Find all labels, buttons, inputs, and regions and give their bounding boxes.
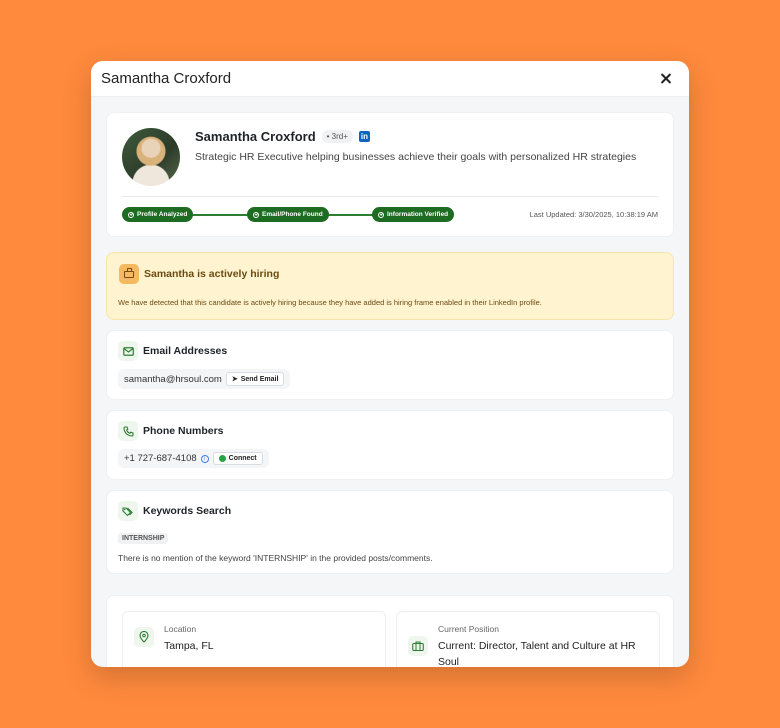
phone-number[interactable]: +1 727-687-4108 bbox=[124, 453, 197, 464]
position-box: Current Position Current: Director, Tale… bbox=[396, 611, 660, 667]
step-profile-analyzed: Profile Analyzed bbox=[122, 207, 194, 222]
last-updated: Last Updated: 3/30/2025, 10:38:19 AM bbox=[529, 210, 658, 219]
keyword-result: There is no mention of the keyword 'INTE… bbox=[118, 553, 433, 563]
map-pin-icon bbox=[134, 627, 154, 647]
details-section: Location Tampa, FL Current Position Curr… bbox=[106, 595, 674, 667]
briefcase-icon bbox=[408, 636, 428, 656]
section-title: Email Addresses bbox=[143, 345, 228, 357]
divider bbox=[122, 196, 658, 197]
profile-card: Samantha Croxford • 3rd+ in Strategic HR… bbox=[106, 112, 674, 237]
position-value: Current: Director, Talent and Culture at… bbox=[438, 640, 636, 667]
profile-name: Samantha Croxford bbox=[195, 129, 316, 144]
send-email-button[interactable]: ➤ Send Email bbox=[225, 372, 285, 386]
phone-item: +1 727-687-4108 i Connect bbox=[118, 449, 269, 468]
linkedin-icon[interactable]: in bbox=[358, 131, 370, 142]
step-information-verified: Information Verified bbox=[372, 207, 455, 222]
tags-icon bbox=[118, 501, 138, 521]
send-email-label: Send Email bbox=[240, 375, 279, 383]
section-title: Phone Numbers bbox=[143, 425, 224, 437]
email-item: samantha@hrsoul.com ➤ Send Email bbox=[118, 369, 291, 389]
email-section: Email Addresses samantha@hrsoul.com ➤ Se… bbox=[106, 330, 674, 400]
hiring-alert: Samantha is actively hiring We have dete… bbox=[106, 252, 674, 320]
step-email-phone-found: Email/Phone Found bbox=[247, 207, 329, 222]
name-row: Samantha Croxford • 3rd+ in bbox=[195, 129, 370, 144]
check-circle-icon bbox=[378, 211, 384, 218]
profile-headline: Strategic HR Executive helping businesse… bbox=[195, 151, 637, 163]
location-box: Location Tampa, FL bbox=[122, 611, 386, 667]
send-icon: ➤ bbox=[231, 376, 238, 383]
keyword-chip: INTERNSHIP bbox=[118, 533, 169, 544]
connect-label: Connect bbox=[228, 455, 257, 462]
profile-modal: Samantha Croxford Samantha Croxford • 3r… bbox=[91, 61, 689, 667]
step-label: Email/Phone Found bbox=[262, 211, 323, 218]
check-circle-icon bbox=[253, 211, 259, 218]
step-label: Profile Analyzed bbox=[137, 211, 188, 218]
mail-icon bbox=[118, 341, 138, 361]
info-icon[interactable]: i bbox=[200, 454, 209, 463]
briefcase-icon bbox=[119, 264, 139, 284]
hiring-title: Samantha is actively hiring bbox=[144, 268, 280, 280]
connect-button[interactable]: Connect bbox=[212, 452, 263, 465]
modal-title: Samantha Croxford bbox=[101, 70, 232, 87]
location-label: Location bbox=[164, 624, 197, 634]
section-title: Keywords Search bbox=[143, 505, 232, 517]
connection-degree-badge: • 3rd+ bbox=[321, 130, 353, 143]
email-address[interactable]: samantha@hrsoul.com bbox=[124, 374, 222, 385]
hiring-description: We have detected that this candidate is … bbox=[118, 298, 542, 307]
avatar bbox=[122, 128, 180, 186]
position-label: Current Position bbox=[438, 624, 499, 634]
check-circle-icon bbox=[128, 211, 134, 218]
phone-section: Phone Numbers +1 727-687-4108 i Connect bbox=[106, 410, 674, 480]
keywords-section: Keywords Search INTERNSHIP There is no m… bbox=[106, 490, 674, 574]
whatsapp-icon bbox=[218, 455, 226, 462]
modal-header: Samantha Croxford bbox=[91, 61, 689, 97]
location-value: Tampa, FL bbox=[164, 640, 214, 652]
step-label: Information Verified bbox=[387, 211, 449, 218]
phone-icon bbox=[118, 421, 138, 441]
close-icon[interactable] bbox=[657, 70, 675, 88]
